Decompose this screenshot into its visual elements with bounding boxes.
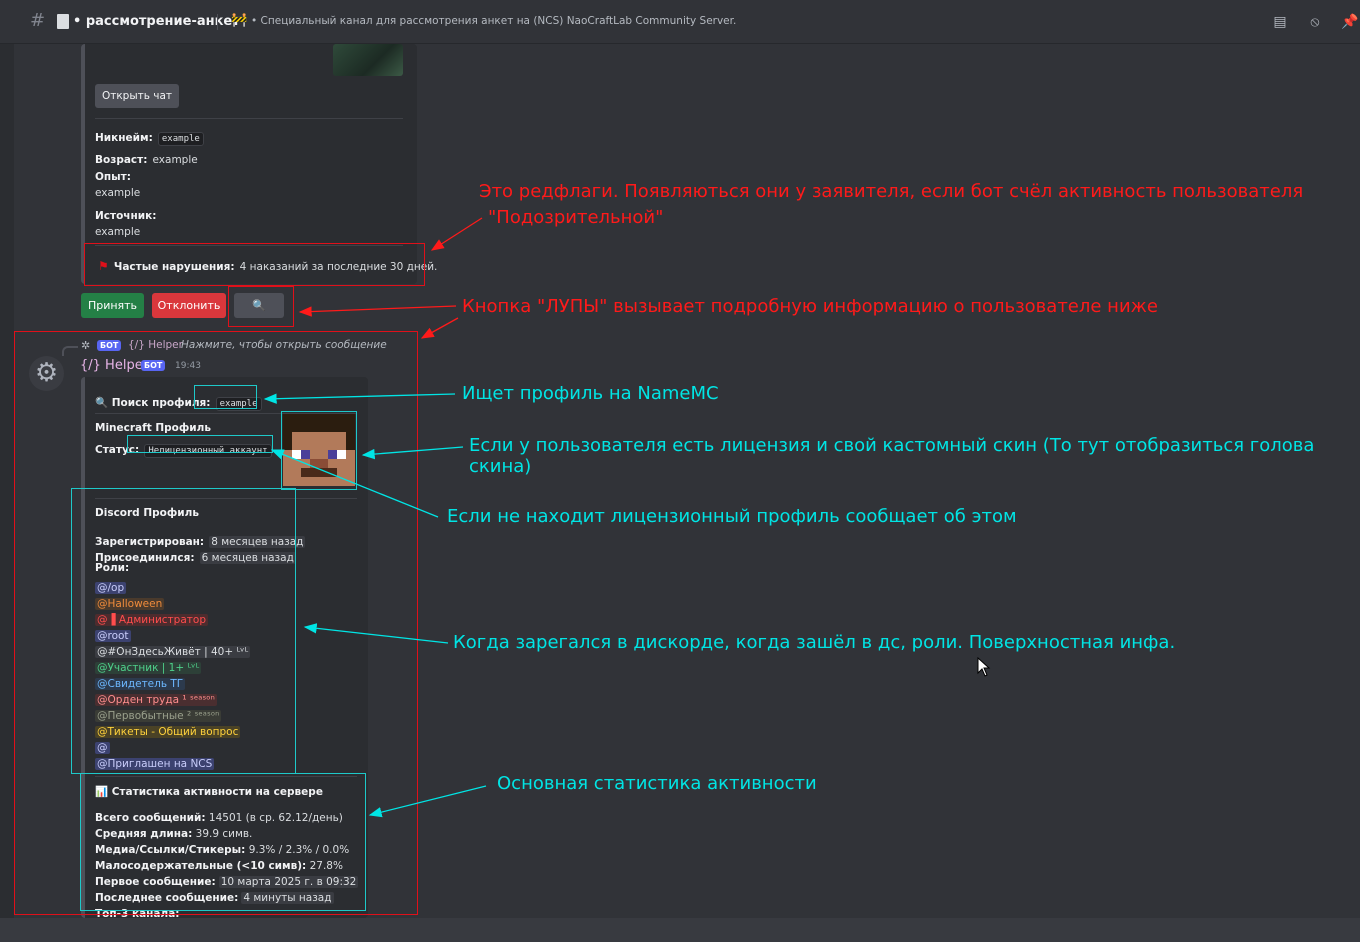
annotation-magnifier: Кнопка "ЛУПЫ" вызывает подробную информа…: [462, 296, 1158, 317]
annotation-namemc: Ищет профиль на NameMC: [462, 383, 719, 404]
annotation-no-license: Если не находит лицензионный профиль соо…: [447, 506, 1017, 527]
annotation-redflags-line1: Это редфлаги. Появляються они у заявител…: [479, 181, 1304, 202]
annotation-license: Если у пользователя есть лицензия и свой…: [469, 435, 1315, 477]
annotation-stats: Основная статистика активности: [497, 773, 817, 794]
annotation-redflags-line2: "Подозрительной": [488, 207, 664, 228]
mouse-cursor-icon: [977, 657, 991, 677]
annotation-discord-info: Когда зарегался в дискорде, когда зашёл …: [453, 632, 1176, 653]
